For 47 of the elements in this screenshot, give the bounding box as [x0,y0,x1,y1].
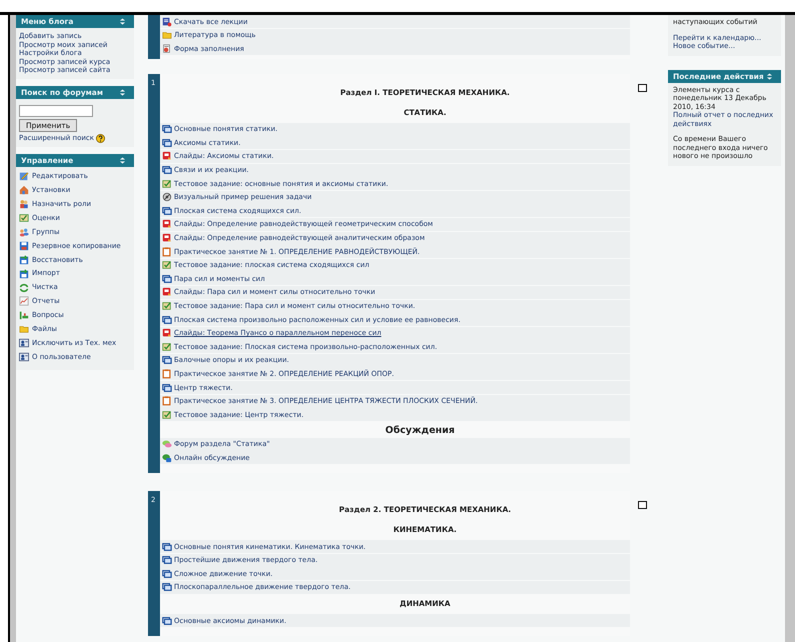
checklist-icon [162,260,172,270]
checklist-icon [162,301,172,311]
bar-chart-icon [19,310,29,320]
form-icon [162,44,172,54]
slides-icon [162,219,172,230]
chat-icon [162,452,172,463]
help-icon[interactable] [96,134,106,142]
monitor-icon [162,616,172,626]
slides-icon [162,328,172,338]
monitor-icon [162,542,172,552]
search-field[interactable] [19,104,93,116]
highlight-checkbox[interactable] [638,501,647,510]
section-number-strip [148,15,160,59]
user-card-icon [19,338,29,348]
folder-icon [162,30,172,40]
monitor-icon [162,382,172,393]
people-icon [19,227,29,237]
house-icon [19,185,29,196]
slides-icon [162,233,172,244]
section-subheading: Обсуждения [384,424,456,438]
monitor-icon [162,165,172,176]
monitor-icon [162,568,172,579]
folder-icon [19,324,29,334]
monitor-icon [162,138,172,148]
checklist-icon [162,410,172,420]
chat-bubbles-icon [162,439,172,450]
collapse-icon[interactable] [119,88,126,96]
highlight-checkbox[interactable] [638,84,647,92]
slides-icon [162,287,172,298]
collapse-icon[interactable] [766,72,773,80]
monitor-icon [162,274,172,284]
monitor-icon [162,582,172,592]
pencil-icon [19,171,29,182]
checklist-icon [162,178,172,189]
slides-icon [162,151,172,162]
people-icon [19,199,29,210]
monitor-icon [162,555,172,566]
gradebook-icon [19,213,29,224]
chart-icon [19,296,29,306]
monitor-icon [162,355,172,366]
collapse-icon[interactable] [119,156,126,164]
monitor-icon [162,314,172,325]
user-card-icon [19,352,29,362]
checklist-icon [162,342,172,352]
monitor-icon [162,206,172,216]
monitor-icon [162,124,172,134]
collapse-icon[interactable] [119,18,126,25]
